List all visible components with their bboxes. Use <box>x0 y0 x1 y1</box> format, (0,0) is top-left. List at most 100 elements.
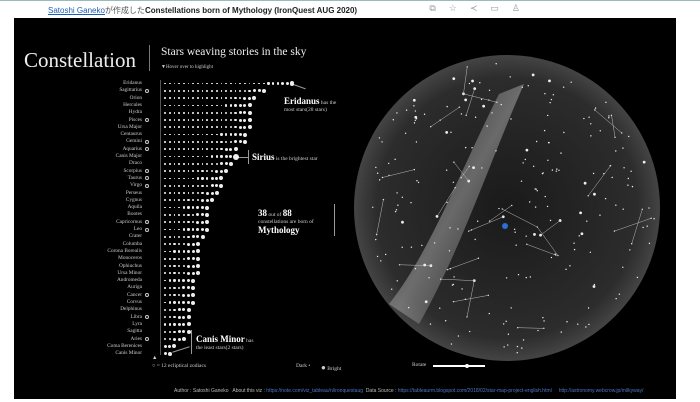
star-dot[interactable] <box>187 111 190 114</box>
star-dot[interactable] <box>168 337 171 341</box>
star-dot[interactable] <box>173 228 176 231</box>
star-dot[interactable] <box>177 272 181 275</box>
star-dot[interactable] <box>164 141 166 143</box>
star-dot[interactable] <box>191 242 195 246</box>
constellation-row[interactable]: Lyra <box>14 321 152 328</box>
star-dot[interactable] <box>173 177 176 180</box>
star-dot[interactable] <box>164 199 166 202</box>
star-dot[interactable] <box>181 337 186 341</box>
star-dot[interactable] <box>196 213 200 217</box>
star-dot[interactable] <box>201 155 204 158</box>
star-dot[interactable] <box>178 133 180 136</box>
star-dot[interactable] <box>168 243 171 245</box>
star-dot[interactable] <box>163 323 167 326</box>
star-dot[interactable] <box>178 206 180 209</box>
star-dot[interactable] <box>182 213 185 217</box>
star-dot[interactable] <box>168 126 171 129</box>
star-dot[interactable] <box>191 271 195 275</box>
star-dot[interactable] <box>164 184 166 187</box>
star-dot[interactable] <box>173 119 176 121</box>
star-dot[interactable] <box>187 192 190 194</box>
star-dot[interactable] <box>168 97 171 99</box>
star-dot[interactable] <box>173 199 176 202</box>
star-dot[interactable] <box>192 170 195 172</box>
star-dot[interactable] <box>201 206 205 210</box>
star-dot[interactable] <box>247 110 252 115</box>
star-dot[interactable] <box>205 198 209 202</box>
star-dot[interactable] <box>173 323 176 326</box>
constellation-row[interactable]: Perseus <box>14 190 152 197</box>
star-dot[interactable] <box>215 89 218 92</box>
star-dot[interactable] <box>178 162 180 165</box>
star-dot[interactable] <box>211 82 213 85</box>
star-dot[interactable] <box>164 148 166 151</box>
star-dot[interactable] <box>163 344 167 348</box>
author-link[interactable]: Satoshi Ganeko <box>48 6 105 15</box>
constellation-row[interactable]: Sagitta <box>14 328 152 335</box>
star-dot[interactable] <box>182 293 186 297</box>
constellation-row[interactable]: Corona Borealis <box>14 248 152 255</box>
star-dot[interactable] <box>173 141 176 143</box>
star-dot[interactable] <box>168 177 171 180</box>
star-dot[interactable] <box>201 184 204 187</box>
star-dot[interactable] <box>187 213 190 217</box>
star-dot[interactable] <box>211 104 213 107</box>
star-dot[interactable] <box>173 301 176 304</box>
star-dot[interactable] <box>167 351 172 356</box>
star-dot[interactable] <box>192 213 195 217</box>
star-dot[interactable] <box>182 221 185 224</box>
constellation-row[interactable]: Eridanus <box>14 80 152 87</box>
star-dot[interactable] <box>168 228 171 231</box>
star-dot[interactable] <box>187 235 190 238</box>
star-dot[interactable] <box>201 82 204 85</box>
star-dot[interactable] <box>168 272 171 275</box>
star-dot[interactable] <box>224 162 228 166</box>
star-dot[interactable] <box>173 242 176 246</box>
star-dot[interactable] <box>168 279 171 282</box>
constellation-row[interactable]: Auriga <box>14 284 152 291</box>
star-dot[interactable] <box>187 126 190 129</box>
star-dot[interactable] <box>243 111 247 115</box>
star-dot[interactable] <box>168 308 171 311</box>
star-dot[interactable] <box>173 294 176 297</box>
star-dot[interactable] <box>205 220 210 225</box>
star-dot[interactable] <box>211 141 213 143</box>
star-dot[interactable] <box>192 228 195 231</box>
star-dot[interactable] <box>187 104 190 107</box>
constellation-row[interactable]: Pisces <box>14 117 152 124</box>
star-dot[interactable] <box>187 206 190 209</box>
star-dot[interactable] <box>164 221 166 224</box>
star-dot[interactable] <box>201 162 204 165</box>
star-dot[interactable] <box>229 126 232 129</box>
star-dot[interactable] <box>173 126 176 129</box>
star-dot[interactable] <box>215 155 218 158</box>
star-dot[interactable] <box>248 82 251 85</box>
star-dot[interactable] <box>197 155 199 158</box>
star-dot[interactable] <box>168 155 171 158</box>
star-dot[interactable] <box>173 272 176 275</box>
constellation-row[interactable]: Cygnus <box>14 197 152 204</box>
star-dot[interactable] <box>182 119 185 121</box>
star-dot[interactable] <box>168 162 171 165</box>
star-dot[interactable] <box>168 111 171 114</box>
star-dot[interactable] <box>173 148 176 151</box>
star-dot[interactable] <box>182 315 186 319</box>
star-dot[interactable] <box>258 82 260 85</box>
star-dot[interactable] <box>215 162 218 165</box>
star-dot[interactable] <box>192 133 195 136</box>
constellation-row[interactable]: Bootes <box>14 211 152 218</box>
star-dot[interactable] <box>192 126 195 129</box>
constellation-row[interactable]: Aquarius <box>14 146 152 153</box>
star-dot[interactable] <box>238 125 242 129</box>
star-dot[interactable] <box>177 242 181 246</box>
star-dot[interactable] <box>219 183 224 188</box>
constellation-row[interactable]: Libra <box>14 314 152 321</box>
star-dot[interactable] <box>168 294 171 297</box>
star-dot[interactable] <box>177 294 181 297</box>
star-dot[interactable] <box>192 111 195 114</box>
star-dot[interactable] <box>182 199 185 202</box>
star-dot[interactable] <box>182 228 185 231</box>
star-dot[interactable] <box>192 206 195 209</box>
star-dot[interactable] <box>229 111 232 114</box>
star-dot[interactable] <box>196 220 200 224</box>
